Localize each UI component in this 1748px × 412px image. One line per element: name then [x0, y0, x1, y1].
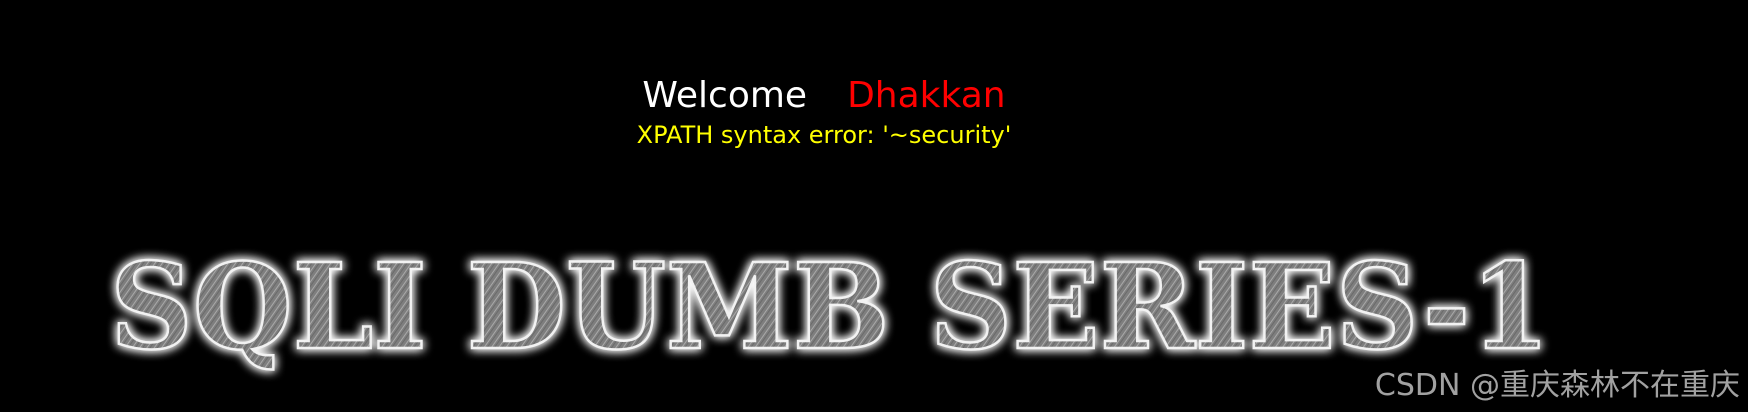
csdn-watermark: CSDN @重庆森林不在重庆	[1374, 368, 1740, 403]
welcome-label: Welcome	[642, 75, 808, 116]
banner-title: SQLI DUMB SERIES-1	[110, 237, 1550, 376]
username-text: Dhakkan	[847, 75, 1006, 116]
error-message: XPATH syntax error: '~security'	[636, 121, 1012, 149]
welcome-block: Welcome Dhakkan XPATH syntax error: '~sec…	[0, 72, 1648, 150]
banner-graphic: SQLI DUMB SERIES-1	[109, 236, 1552, 378]
welcome-line: Welcome Dhakkan	[0, 72, 1648, 120]
sqli-banner: SQLI DUMB SERIES-1	[90, 236, 1570, 378]
